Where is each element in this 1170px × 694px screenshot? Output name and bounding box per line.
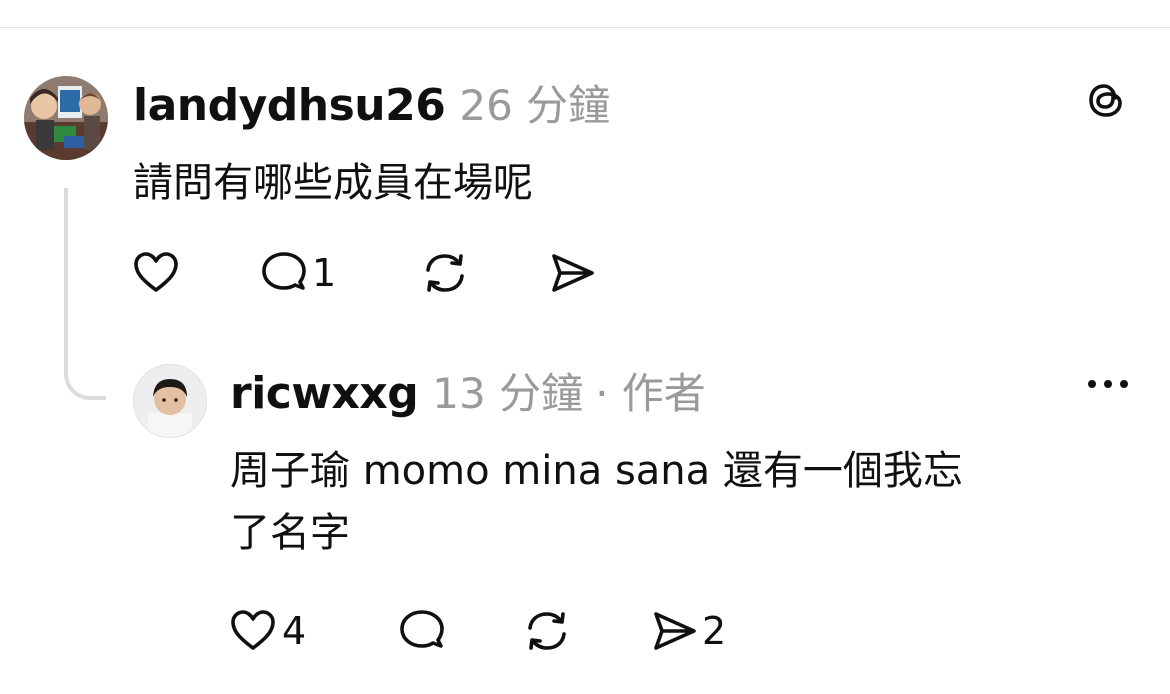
threads-logo-icon[interactable]: [1084, 78, 1128, 122]
heart-icon: [231, 610, 275, 650]
thread-connector-line: [64, 188, 106, 400]
reply-text-line-2: 了名字: [230, 510, 350, 556]
avatar-landydhsu26[interactable]: [24, 76, 108, 160]
like-count: 4: [282, 609, 307, 653]
send-paper-plane-icon: [552, 254, 594, 292]
heart-icon: [134, 252, 178, 292]
reply-text-line-1: 周子瑜 momo mina sana 還有一個我忘: [230, 448, 963, 494]
username[interactable]: landydhsu26: [133, 80, 446, 131]
repost-button[interactable]: [420, 248, 470, 298]
reply-comment-text: 周子瑜 momo mina sana 還有一個我忘 了名字: [230, 440, 1130, 564]
like-button[interactable]: 4: [228, 606, 306, 656]
like-button[interactable]: [131, 248, 181, 298]
more-dots-icon[interactable]: [1084, 370, 1132, 398]
top-divider: [0, 27, 1170, 28]
reply-button[interactable]: [396, 606, 446, 656]
timestamp: 26 分鐘: [459, 81, 611, 130]
share-button[interactable]: 2: [648, 606, 726, 656]
send-paper-plane-icon: [654, 612, 696, 650]
repost-arrows-icon: [426, 254, 464, 292]
parent-comment-header: landydhsu26 26 分鐘: [133, 72, 610, 133]
repost-arrows-icon: [528, 612, 566, 650]
reply-button[interactable]: 1: [258, 248, 336, 298]
comment-bubble-icon: [400, 610, 444, 648]
timestamp: 13 分鐘: [432, 369, 584, 418]
reply-comment-header: ricwxxg 13 分鐘 · 作者: [230, 360, 706, 421]
comment-bubble-icon: [262, 252, 306, 290]
username[interactable]: ricwxxg: [230, 368, 419, 419]
repost-button[interactable]: [522, 606, 572, 656]
share-count: 2: [702, 609, 727, 653]
avatar-ricwxxg[interactable]: [133, 364, 207, 438]
author-badge: · 作者: [595, 369, 706, 418]
parent-comment-text: 請問有哪些成員在場呢: [133, 160, 533, 206]
share-button[interactable]: [546, 248, 596, 298]
reply-count: 1: [312, 251, 337, 295]
